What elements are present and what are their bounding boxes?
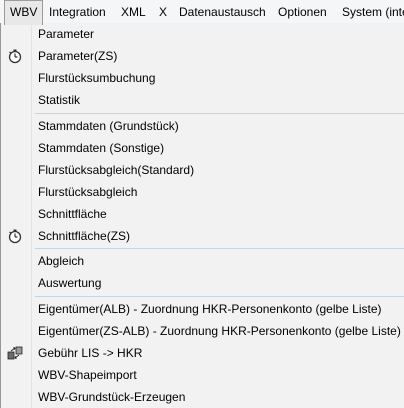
- menu-item-parameter[interactable]: Parameter: [1, 23, 404, 45]
- menu-item-label: Gebühr LIS -> HKR: [38, 346, 143, 360]
- menu-item-label: Flurstücksumbuchung: [38, 71, 156, 85]
- menu-separator: [35, 296, 404, 297]
- menu-item-stammdaten-sonstige[interactable]: Stammdaten (Sonstige): [1, 137, 404, 159]
- menu-item-label: Abgleich: [38, 254, 85, 268]
- menu-item-label: WBV-Grundstück-Erzeugen: [38, 390, 186, 404]
- menu-item-eigentuemer-zs-alb[interactable]: Eigentümer(ZS-ALB) - Zuordnung HKR-Perso…: [1, 320, 404, 342]
- menu-item-parameter-zs[interactable]: Parameter(ZS): [1, 45, 404, 67]
- menu-item-flurstuecksabgleich[interactable]: Flurstücksabgleich: [1, 181, 404, 203]
- menu-item-label: Eigentümer(ZS-ALB) - Zuordnung HKR-Perso…: [38, 324, 401, 338]
- menu-datenaustausch[interactable]: Datenaustausch: [174, 0, 271, 24]
- menu-separator: [35, 113, 404, 114]
- menu-item-eigentuemer-alb[interactable]: Eigentümer(ALB) - Zuordnung HKR-Personen…: [1, 298, 404, 320]
- menu-item-label: Parameter(ZS): [38, 49, 118, 63]
- stopwatch-icon: [7, 48, 23, 64]
- menu-item-label: Auswertung: [38, 276, 102, 290]
- menu-bar: WBV Integration XML X Datenaustausch Opt…: [0, 0, 404, 25]
- menu-system[interactable]: System (inte: [337, 0, 404, 24]
- menu-item-schnittflaeche[interactable]: Schnittfläche: [1, 203, 404, 225]
- menu-item-auswertung[interactable]: Auswertung: [1, 272, 404, 294]
- menu-item-wbv-grundstueck-erzeugen[interactable]: WBV-Grundstück-Erzeugen: [1, 386, 404, 408]
- menu-item-label: Eigentümer(ALB) - Zuordnung HKR-Personen…: [38, 302, 382, 316]
- menu-item-flurstuecksabgleich-standard[interactable]: Flurstücksabgleich(Standard): [1, 159, 404, 181]
- stopwatch-icon: [7, 228, 23, 244]
- menu-optionen[interactable]: Optionen: [273, 0, 332, 24]
- menu-item-abgleich[interactable]: Abgleich: [1, 250, 404, 272]
- menu-item-label: Stammdaten (Sonstige): [38, 141, 165, 155]
- menu-item-label: Statistik: [38, 93, 81, 107]
- menu-item-stammdaten-grundstueck[interactable]: Stammdaten (Grundstück): [1, 115, 404, 137]
- menu-item-gebuehr-lis-hkr[interactable]: Gebühr LIS -> HKR: [1, 342, 404, 364]
- menu-xml[interactable]: XML: [116, 0, 151, 24]
- menu-item-label: WBV-Shapeimport: [38, 368, 137, 382]
- menu-item-label: Stammdaten (Grundstück): [38, 119, 179, 133]
- wbv-dropdown-menu: Parameter Parameter(ZS) Flurstücksumbuch…: [0, 23, 404, 408]
- menu-item-label: Schnittfläche(ZS): [38, 229, 131, 243]
- menu-item-statistik[interactable]: Statistik: [1, 89, 404, 111]
- transfer-icon: [7, 345, 23, 361]
- menu-separator: [35, 248, 404, 249]
- menu-integration[interactable]: Integration: [44, 0, 111, 24]
- menu-item-label: Flurstücksabgleich(Standard): [38, 163, 195, 177]
- menu-wbv[interactable]: WBV: [4, 0, 44, 25]
- menu-item-label: Flurstücksabgleich: [38, 185, 138, 199]
- menu-item-schnittflaeche-zs[interactable]: Schnittfläche(ZS): [1, 225, 404, 247]
- menu-item-label: Schnittfläche: [38, 207, 107, 221]
- menu-item-label: Parameter: [38, 27, 95, 41]
- menu-item-flurstuecksumbuchung[interactable]: Flurstücksumbuchung: [1, 67, 404, 89]
- menu-item-wbv-shapeimport[interactable]: WBV-Shapeimport: [1, 364, 404, 386]
- menu-x[interactable]: X: [154, 0, 172, 24]
